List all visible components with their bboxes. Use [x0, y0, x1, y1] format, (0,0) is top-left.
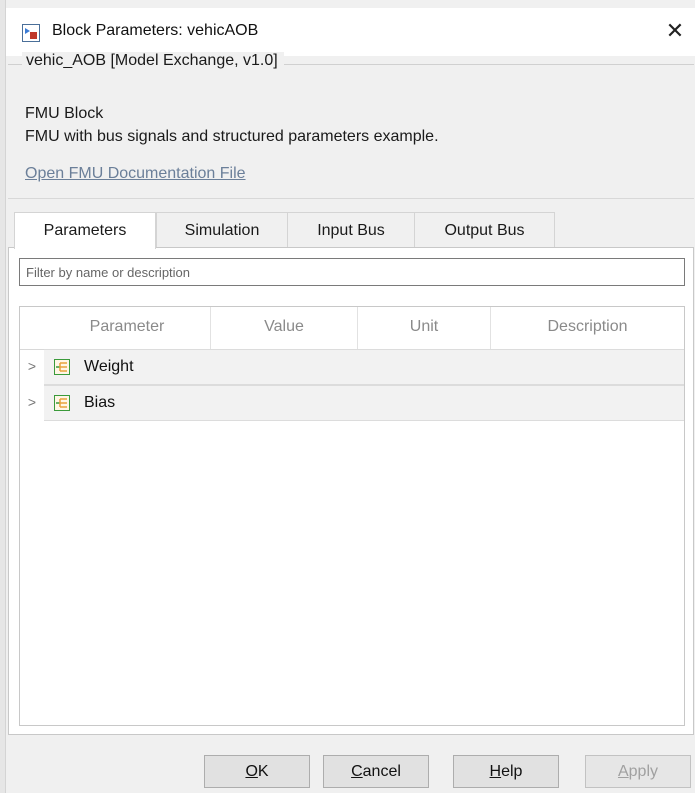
column-header-unit[interactable]: Unit [358, 307, 491, 349]
fmu-info-group: vehic_AOB [Model Exchange, v1.0] FMU Blo… [8, 52, 694, 199]
parameter-name: Bias [84, 394, 116, 411]
tab-simulation[interactable]: Simulation [156, 212, 288, 247]
group-divider [8, 198, 694, 199]
tab-output-bus[interactable]: Output Bus [414, 212, 555, 247]
group-legend: vehic_AOB [Model Exchange, v1.0] [22, 52, 284, 70]
table-row-cell: Bias [44, 385, 684, 421]
table-header: Parameter Value Unit Description [20, 307, 684, 350]
block-parameters-dialog: Block Parameters: vehicAOB ✕ vehic_AOB [… [0, 0, 695, 793]
table-row-cell: Weight [44, 349, 684, 385]
simulink-block-icon [22, 24, 40, 42]
close-button[interactable]: ✕ [655, 8, 695, 56]
apply-button[interactable]: Apply [585, 755, 691, 788]
window-left-edge [0, 0, 6, 793]
column-header-description[interactable]: Description [491, 307, 684, 349]
apply-mnemonic: A [617, 763, 629, 780]
help-mnemonic: H [489, 763, 502, 780]
ok-label-rest: K [257, 763, 269, 780]
expand-chevron-icon[interactable]: > [24, 385, 40, 421]
parameter-name: Weight [84, 358, 134, 375]
expand-chevron-icon[interactable]: > [24, 349, 40, 385]
cancel-label-rest: ancel [362, 763, 401, 780]
cancel-mnemonic: C [351, 763, 363, 780]
struct-param-icon [54, 359, 70, 375]
open-documentation-link[interactable]: Open FMU Documentation File [25, 165, 246, 183]
tab-input-bus[interactable]: Input Bus [287, 212, 415, 247]
cancel-button[interactable]: Cancel [323, 755, 429, 788]
parameters-panel: Parameter Value Unit Description > [8, 247, 694, 735]
column-header-parameter[interactable]: Parameter [44, 307, 211, 349]
column-header-value[interactable]: Value [211, 307, 358, 349]
tab-parameters[interactable]: Parameters [14, 212, 156, 249]
apply-label-rest: pply [628, 763, 659, 780]
struct-param-icon [54, 395, 70, 411]
help-label-rest: elp [501, 763, 523, 780]
table-row-bias[interactable]: > Bias [20, 385, 684, 421]
ok-mnemonic: O [245, 763, 258, 780]
title-bar: Block Parameters: vehicAOB ✕ [6, 8, 695, 56]
help-button[interactable]: Help [453, 755, 559, 788]
table-row-weight[interactable]: > Weight [20, 349, 684, 385]
window-title: Block Parameters: vehicAOB [52, 22, 259, 39]
ok-button[interactable]: OK [204, 755, 310, 788]
filter-input[interactable] [19, 258, 685, 286]
block-type-label: FMU Block [25, 105, 104, 122]
close-icon: ✕ [665, 18, 685, 43]
block-description: FMU with bus signals and structured para… [25, 128, 439, 145]
parameters-table: Parameter Value Unit Description > Weigh… [19, 306, 685, 726]
